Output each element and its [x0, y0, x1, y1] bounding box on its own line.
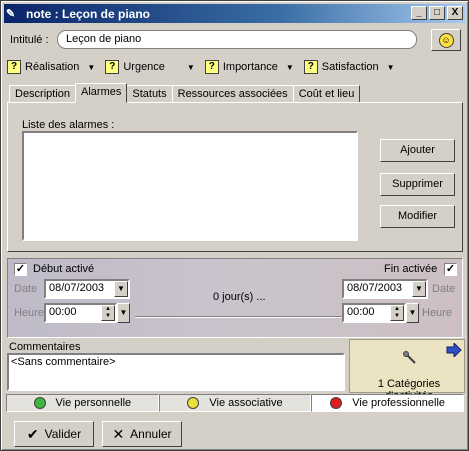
window-title: note : Leçon de piano	[26, 6, 151, 21]
tab-strip: Description Alarmes Statuts Ressources a…	[9, 83, 361, 103]
title-bar[interactable]: ✎ note : Leçon de piano _ □ X	[4, 4, 465, 23]
life-professional-label: Vie professionnelle	[352, 397, 446, 409]
start-active-checkbox[interactable]: ✓	[14, 263, 27, 276]
tab-description[interactable]: Description	[9, 85, 77, 103]
intitule-label: Intitulé :	[10, 34, 49, 46]
chevron-down-icon[interactable]: ▼	[114, 281, 128, 297]
cancel-button[interactable]: ✕ Annuler	[102, 421, 182, 447]
pin-icon	[403, 351, 416, 364]
tab-cout-lieu[interactable]: Coût et lieu	[292, 85, 361, 103]
end-time-spinner[interactable]: ▲ ▼	[390, 305, 404, 321]
duration-bar	[135, 316, 343, 318]
cancel-label: Annuler	[130, 427, 172, 441]
alarm-list[interactable]	[22, 131, 358, 241]
life-personal-label: Vie personnelle	[55, 397, 132, 409]
chevron-down-icon: ▼	[186, 62, 195, 72]
close-button[interactable]: X	[447, 6, 463, 20]
start-time-dropdown[interactable]: ▼	[117, 303, 130, 323]
life-associative-option[interactable]: Vie associative	[158, 394, 312, 412]
start-date-field[interactable]: 08/07/2003 ▼	[44, 279, 130, 299]
end-date-field[interactable]: 08/07/2003 ▼	[342, 279, 428, 299]
maximize-button[interactable]: □	[429, 6, 445, 20]
professional-color-icon	[330, 397, 343, 409]
arrow-right-icon[interactable]	[446, 343, 462, 357]
end-active-label: Fin activée	[384, 263, 438, 275]
categories-panel[interactable]: 1 Catégories d'activités	[349, 339, 465, 402]
end-date-value: 08/07/2003	[347, 282, 403, 294]
alarmes-panel: Liste des alarmes : Ajouter Supprimer Mo…	[7, 102, 463, 252]
question-icon: ?	[105, 60, 120, 74]
chevron-down-icon: ▼	[87, 62, 96, 72]
edit-alarm-button[interactable]: Modifier	[380, 205, 455, 228]
validate-label: Valider	[44, 427, 82, 441]
start-date-label: Date	[14, 283, 38, 295]
note-window: ✎ note : Leçon de piano _ □ X Intitulé :…	[0, 0, 469, 451]
mood-button[interactable]: ☺	[431, 29, 461, 51]
alarm-list-label: Liste des alarmes :	[22, 119, 115, 131]
start-time-value: 00:00	[49, 306, 77, 318]
note-app-icon: ✎	[6, 8, 16, 20]
question-icon: ?	[303, 60, 318, 74]
intitule-input[interactable]: Leçon de piano	[57, 30, 417, 49]
life-associative-label: Vie associative	[209, 397, 283, 409]
checkmark-icon: ✔	[26, 425, 39, 442]
personal-color-icon	[33, 397, 46, 409]
properties-row: ? Réalisation ▼ ? Urgence ▼ ? Importance…	[7, 57, 463, 77]
end-active-checkbox[interactable]: ✓	[444, 263, 457, 276]
importance-dropdown[interactable]: ? Importance ▼	[204, 57, 294, 77]
tab-alarmes[interactable]: Alarmes	[75, 83, 128, 103]
start-time-field[interactable]: 00:00 ▲ ▼	[44, 303, 117, 323]
start-time-label: Heure	[14, 307, 44, 319]
end-time-field[interactable]: 00:00 ▲ ▼	[342, 303, 406, 323]
comments-section: Commentaires <Sans commentaire>	[7, 341, 347, 391]
comments-textarea[interactable]: <Sans commentaire>	[7, 353, 345, 391]
chevron-down-icon[interactable]: ▼	[412, 281, 426, 297]
start-date-value: 08/07/2003	[49, 282, 105, 294]
life-personal-option[interactable]: Vie personnelle	[6, 394, 159, 412]
chevron-down-icon: ▼	[386, 62, 395, 72]
question-icon: ?	[7, 60, 21, 74]
start-active-label: Début activé	[33, 263, 95, 275]
satisfaction-dropdown[interactable]: ? Satisfaction ▼	[303, 57, 395, 77]
end-time-label: Heure	[422, 307, 452, 319]
cross-icon: ✕	[112, 425, 125, 442]
smiley-icon: ☺	[438, 32, 454, 48]
validate-button[interactable]: ✔ Valider	[14, 421, 94, 447]
end-time-dropdown[interactable]: ▼	[406, 303, 419, 323]
delete-alarm-button[interactable]: Supprimer	[380, 173, 455, 196]
intitule-row: Intitulé : Leçon de piano ☺	[7, 28, 463, 52]
minimize-button[interactable]: _	[411, 6, 427, 20]
tab-ressources[interactable]: Ressources associées	[171, 85, 294, 103]
start-time-spinner[interactable]: ▲ ▼	[101, 305, 115, 321]
question-icon: ?	[204, 60, 219, 74]
realisation-label: Réalisation	[25, 61, 80, 73]
life-area-selector: Vie personnelle Vie associative Vie prof…	[6, 394, 465, 412]
chevron-down-icon: ▼	[285, 62, 294, 72]
life-professional-option[interactable]: Vie professionnelle	[311, 394, 465, 412]
urgence-label: Urgence	[123, 61, 165, 73]
urgence-dropdown[interactable]: ? Urgence ▼	[105, 57, 195, 77]
comments-label: Commentaires	[9, 341, 81, 353]
tab-statuts[interactable]: Statuts	[126, 85, 173, 103]
realisation-dropdown[interactable]: ? Réalisation ▼	[7, 57, 95, 77]
importance-label: Importance	[222, 61, 278, 73]
end-date-label: Date	[432, 283, 456, 295]
end-time-value: 00:00	[347, 306, 375, 318]
date-range-panel: ✓ Début activé Fin activée ✓ Date 08/07/…	[7, 258, 463, 338]
duration-text: 0 jour(s) ...	[213, 291, 266, 303]
associative-color-icon	[187, 397, 200, 409]
satisfaction-label: Satisfaction	[321, 61, 379, 73]
add-alarm-button[interactable]: Ajouter	[380, 139, 455, 162]
